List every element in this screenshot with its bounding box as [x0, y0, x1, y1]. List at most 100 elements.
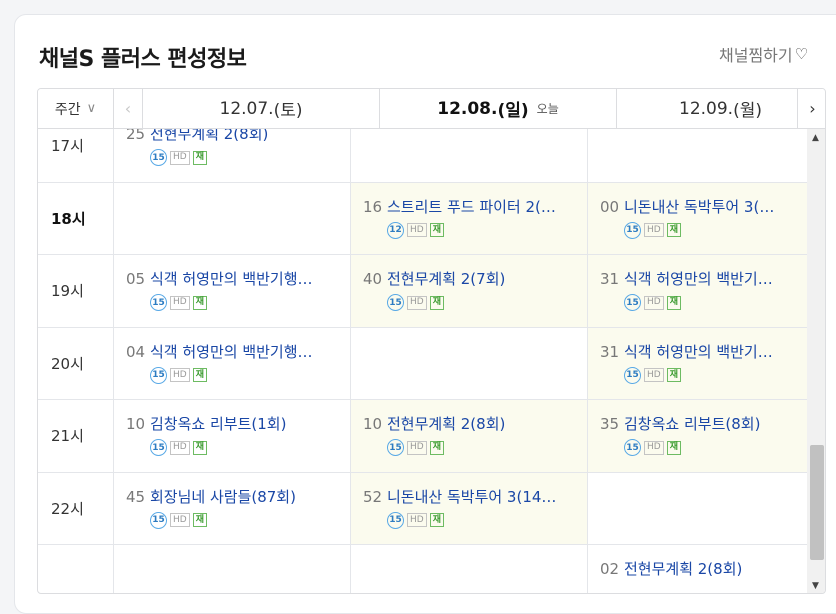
program-title-link[interactable]: 전현무계획 2(8회) — [624, 558, 742, 579]
schedule-cell: 05 식객 허영만의 백반기행… 15 HD 재 — [114, 255, 351, 327]
schedule-cell: 40 전현무계획 2(7회) 15 HD 재 — [351, 255, 588, 327]
schedule-grid: 주간 ∨ ‹ 12.07. (토) 12.08. (일) 오늘 12.09. (월) … — [37, 88, 826, 594]
hour-label: 21시 — [38, 400, 114, 472]
scroll-down-arrow-icon[interactable]: ▼ — [812, 581, 819, 591]
age-rating-badge: 15 — [387, 511, 404, 529]
program-badges: 12 HD 재 — [387, 221, 587, 239]
heart-outline-icon: ♡ — [794, 45, 809, 63]
program-title-link[interactable]: 전현무계획 2(7회) — [387, 268, 505, 289]
rerun-badge: 재 — [666, 440, 681, 455]
program-title-link[interactable]: 스트리트 푸드 파이터 2(… — [387, 196, 556, 217]
hour-label: 20시 — [38, 327, 114, 399]
program-minute: 05 — [126, 270, 146, 288]
chevron-right-icon: › — [809, 99, 816, 118]
age-rating-badge: 15 — [624, 221, 641, 239]
hd-badge: HD — [170, 150, 190, 165]
hd-badge: HD — [407, 223, 427, 237]
program-entry[interactable]: 00 니돈내산 독박투어 3(… — [600, 196, 807, 217]
rerun-badge: 재 — [429, 295, 444, 310]
program-entry[interactable]: 05 식객 허영만의 백반기행… — [126, 268, 350, 289]
schedule-cell: 00 니돈내산 독박투어 3(… 15 HD 재 — [588, 182, 807, 254]
program-title-link[interactable]: 김창옥쇼 리부트(1회) — [150, 413, 286, 434]
next-day-button[interactable]: › — [797, 89, 825, 129]
day-date: 12.08. — [437, 98, 498, 119]
age-rating-badge: 15 — [624, 366, 641, 384]
program-title-link[interactable]: 니돈내산 독박투어 3(14… — [387, 486, 556, 507]
program-title-link[interactable]: 전현무계획 2(8회) — [150, 129, 268, 144]
hd-badge: HD — [170, 368, 190, 382]
hour-row: 20시 04 식객 허영만의 백반기행… 15 HD 재 31 식객 허영만의 백반기… 15 H… — [38, 327, 807, 400]
schedule-cell: 10 전현무계획 2(8회) 15 HD 재 — [351, 400, 588, 472]
program-badges: 15 HD 재 — [387, 294, 587, 311]
age-rating-badge: 15 — [387, 439, 404, 456]
age-rating-badge: 15 — [150, 294, 167, 311]
program-entry[interactable]: 02 전현무계획 2(8회) — [600, 558, 807, 579]
hour-row: 02 전현무계획 2(8회) — [38, 545, 807, 593]
day-weekday: (토) — [273, 101, 303, 121]
rerun-badge: 재 — [192, 513, 207, 527]
hour-row: 21시 10 김창옥쇼 리부트(1회) 15 HD 재 10 전현무계획 2(8회) 15 HD 재… — [38, 400, 807, 473]
program-badges: 15 HD 재 — [624, 439, 807, 456]
day-date: 12.07. — [219, 98, 274, 119]
today-label: 오늘 — [536, 102, 559, 116]
scrollbar-thumb[interactable] — [810, 445, 824, 560]
program-entry[interactable]: 45 회장님네 사람들(87회) — [126, 486, 350, 507]
schedule-cell — [351, 129, 588, 182]
day-weekday: (월) — [733, 101, 762, 121]
program-entry[interactable]: 25 전현무계획 2(8회) — [126, 129, 350, 144]
program-title-link[interactable]: 식객 허영만의 백반기행… — [150, 341, 313, 362]
hour-label: 17시 — [38, 129, 114, 182]
scrollbar[interactable]: ▲ ▼ — [807, 129, 825, 593]
day-header-2: 12.08. (일) 오늘 — [380, 89, 617, 129]
prev-day-button[interactable]: ‹ — [114, 89, 143, 129]
program-title-link[interactable]: 전현무계획 2(8회) — [387, 413, 505, 434]
program-minute: 52 — [363, 487, 383, 506]
program-title-link[interactable]: 식객 허영만의 백반기행… — [150, 268, 313, 289]
program-title-link[interactable]: 니돈내산 독박투어 3(… — [624, 196, 774, 217]
hd-badge: HD — [170, 440, 190, 455]
program-entry[interactable]: 52 니돈내산 독박투어 3(14… — [363, 486, 587, 507]
scroll-up-arrow-icon[interactable]: ▲ — [812, 133, 819, 143]
schedule-cell — [588, 473, 807, 545]
program-title-link[interactable]: 김창옥쇼 리부트(8회) — [624, 413, 760, 434]
schedule-cell — [351, 545, 588, 593]
favorite-channel-label: 채널찜하기 — [719, 46, 793, 65]
program-entry[interactable]: 10 전현무계획 2(8회) — [363, 413, 587, 434]
favorite-channel-button[interactable]: 채널찜하기 ♡ — [719, 42, 808, 66]
program-badges: 15 HD 재 — [624, 294, 807, 311]
rerun-badge: 재 — [666, 368, 681, 382]
hd-badge: HD — [407, 513, 427, 527]
rerun-badge: 재 — [429, 513, 444, 527]
schedule-body[interactable]: 17시 25 전현무계획 2(8회) 15 HD 재 18시 16 스트리트 푸드 파이터 2(… — [38, 129, 807, 593]
schedule-cell: 31 식객 허영만의 백반기… 15 HD 재 — [588, 327, 807, 399]
schedule-cell — [114, 545, 351, 593]
age-rating-badge: 15 — [150, 439, 167, 456]
rerun-badge: 재 — [192, 295, 207, 310]
week-selector[interactable]: 주간 ∨ — [38, 89, 114, 129]
age-rating-badge: 12 — [387, 221, 404, 239]
hour-label: 22시 — [38, 472, 114, 544]
program-badges: 15 HD 재 — [150, 439, 350, 456]
day-date: 12.09. — [679, 98, 734, 119]
program-title-link[interactable]: 식객 허영만의 백반기… — [624, 268, 773, 289]
program-entry[interactable]: 10 김창옥쇼 리부트(1회) — [126, 413, 350, 434]
hd-badge: HD — [644, 295, 664, 310]
rerun-badge: 재 — [666, 295, 681, 310]
program-entry[interactable]: 31 식객 허영만의 백반기… — [600, 268, 807, 289]
program-entry[interactable]: 40 전현무계획 2(7회) — [363, 268, 587, 289]
rerun-badge: 재 — [429, 440, 444, 455]
schedule-cell: 25 전현무계획 2(8회) 15 HD 재 — [114, 129, 351, 182]
program-title-link[interactable]: 식객 허영만의 백반기… — [624, 341, 773, 362]
program-entry[interactable]: 16 스트리트 푸드 파이터 2(… — [363, 196, 587, 217]
program-entry[interactable]: 04 식객 허영만의 백반기행… — [126, 341, 350, 362]
program-entry[interactable]: 35 김창옥쇼 리부트(8회) — [600, 413, 807, 434]
program-title-link[interactable]: 회장님네 사람들(87회) — [150, 486, 296, 507]
hour-label — [38, 545, 114, 593]
program-badges: 15 HD 재 — [150, 366, 350, 384]
schedule-cell — [588, 129, 807, 182]
rerun-badge: 재 — [192, 368, 207, 382]
program-minute: 00 — [600, 197, 620, 216]
chevron-left-icon: ‹ — [124, 99, 132, 118]
program-entry[interactable]: 31 식객 허영만의 백반기… — [600, 341, 807, 362]
chevron-down-icon: ∨ — [86, 101, 97, 116]
